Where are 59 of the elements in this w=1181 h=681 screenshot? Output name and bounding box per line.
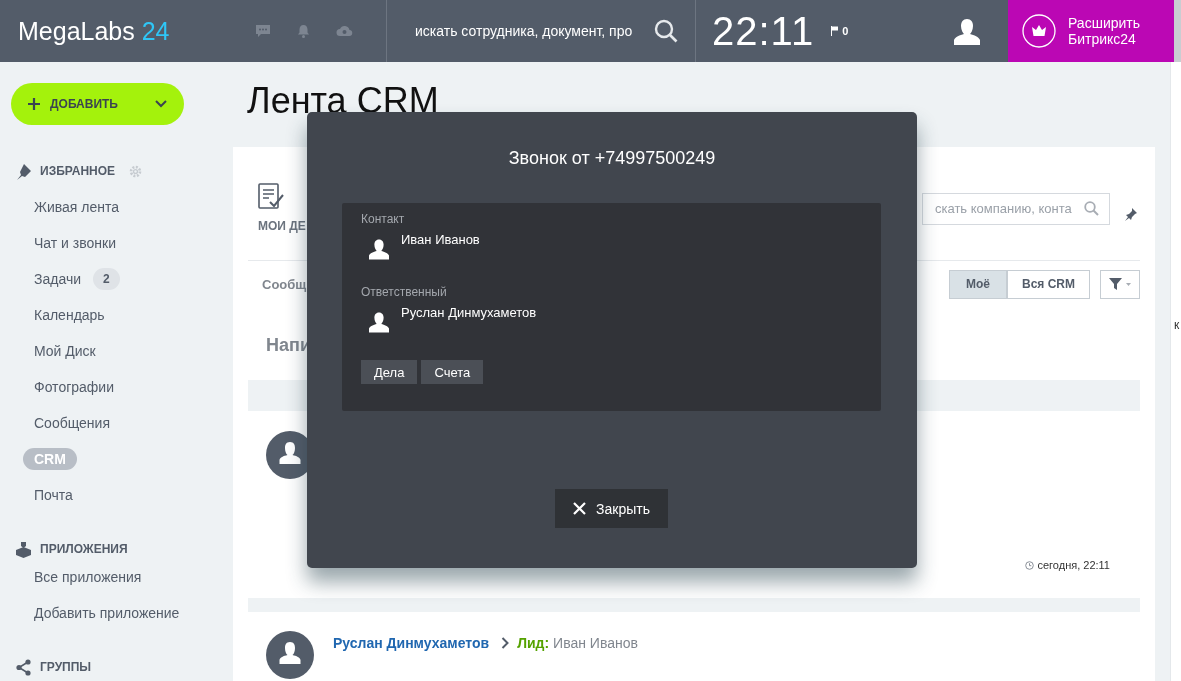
logo[interactable]: MegaLabs 24 bbox=[0, 16, 237, 46]
flag-count: 0 bbox=[842, 25, 849, 37]
search-icon bbox=[1084, 200, 1099, 216]
chevron-right-icon bbox=[501, 637, 510, 649]
tab-label[interactable]: Сообщ bbox=[248, 276, 307, 292]
pin-icon[interactable] bbox=[1124, 206, 1138, 221]
employee-search-field[interactable]: искать сотрудника, документ, про bbox=[415, 23, 654, 39]
flag-icon[interactable] bbox=[831, 26, 839, 36]
section-title: ИЗБРАННОЕ bbox=[40, 164, 116, 178]
header-strip bbox=[1174, 0, 1181, 62]
user-icon[interactable] bbox=[953, 17, 980, 45]
crown-icon bbox=[1022, 14, 1056, 48]
sidebar-item[interactable]: Календарь bbox=[34, 307, 105, 323]
field-label: Контакт bbox=[361, 212, 406, 226]
scope-toggle[interactable]: Вся CRM bbox=[1007, 269, 1090, 299]
scope-toggle[interactable]: Моё bbox=[949, 269, 1007, 299]
edge-text: к bbox=[1174, 318, 1180, 332]
section-title: ПРИЛОЖЕНИЯ bbox=[40, 542, 128, 556]
timestamp: сегодня, 22:11 bbox=[1037, 559, 1110, 571]
filter-button[interactable] bbox=[1100, 269, 1140, 299]
person-icon bbox=[369, 238, 389, 260]
tab-label[interactable]: МОИ ДЕ bbox=[258, 218, 306, 233]
sidebar-item[interactable]: Все приложения bbox=[34, 569, 142, 585]
person-name: Иван Иванов bbox=[401, 232, 480, 247]
field-label: Ответственный bbox=[361, 285, 448, 299]
checklist-icon[interactable] bbox=[258, 182, 284, 211]
count-badge: 2 bbox=[93, 268, 120, 290]
filter-icon bbox=[1109, 278, 1131, 290]
sidebar-item[interactable]: Задачи bbox=[34, 271, 81, 287]
pin-icon bbox=[15, 162, 32, 180]
plus-icon bbox=[28, 98, 40, 110]
dialog-title: Звонок от +74997500249 bbox=[507, 148, 717, 169]
page-title: Лента CRM bbox=[247, 80, 440, 123]
person-icon bbox=[369, 311, 389, 333]
entity-name: Иван Иванов bbox=[553, 635, 638, 651]
dialog-tab-button[interactable]: Счета bbox=[421, 360, 484, 384]
sidebar-item[interactable]: Чат и звонки bbox=[34, 235, 116, 251]
close-icon bbox=[573, 502, 587, 515]
clock-time: 22:11 bbox=[712, 8, 815, 54]
section-title: ГРУППЫ bbox=[40, 660, 92, 674]
author-link[interactable]: Руслан Динмухаметов bbox=[333, 635, 490, 651]
search-icon[interactable] bbox=[654, 19, 678, 43]
clock-icon bbox=[1025, 560, 1035, 570]
sidebar-item[interactable]: Фотографии bbox=[34, 379, 114, 395]
box-icon bbox=[15, 540, 32, 558]
close-button[interactable]: Закрыть bbox=[555, 489, 668, 528]
person-name: Руслан Динмухаметов bbox=[401, 305, 537, 320]
chevron-down-icon bbox=[155, 100, 167, 108]
sidebar-item[interactable]: Сообщения bbox=[34, 415, 110, 431]
company-search-field[interactable]: скать компанию, конта bbox=[922, 192, 1110, 225]
sidebar-item[interactable]: Почта bbox=[34, 487, 73, 503]
sidebar-item[interactable]: Живая лента bbox=[34, 199, 119, 215]
entity-type: Лид: bbox=[517, 635, 550, 651]
add-button[interactable]: ДОБАВИТЬ bbox=[11, 83, 184, 125]
upgrade-button[interactable]: Расширить Битрикс24 bbox=[1008, 0, 1174, 62]
sidebar-item[interactable]: Добавить приложение bbox=[34, 605, 180, 621]
share-icon bbox=[15, 658, 32, 676]
dialog-tab-button[interactable]: Дела bbox=[361, 360, 418, 384]
sidebar-item[interactable]: Мой Диск bbox=[34, 343, 96, 359]
